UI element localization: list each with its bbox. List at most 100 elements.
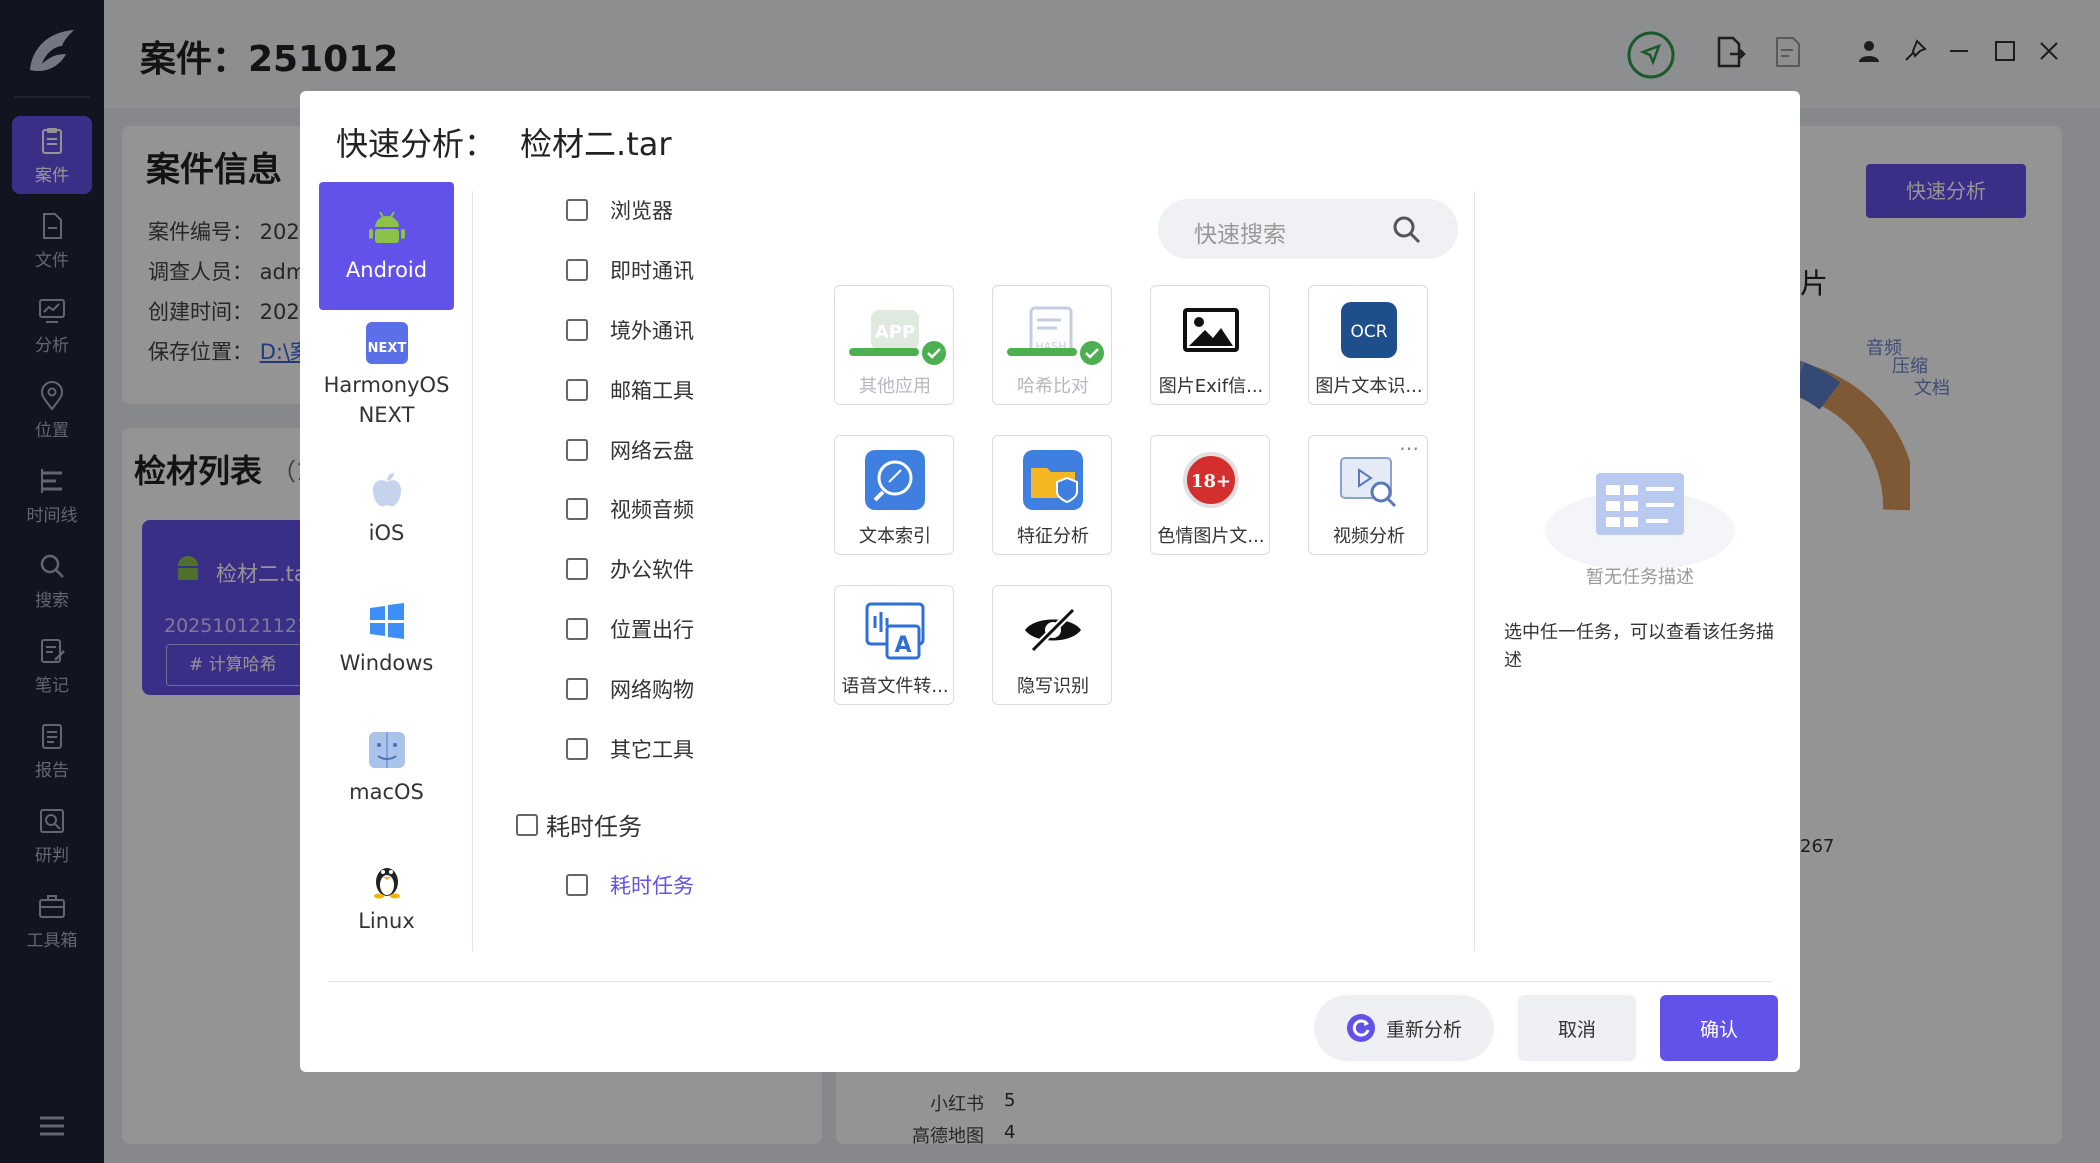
category-shopping[interactable]: 网络购物: [566, 674, 694, 704]
android-icon: [368, 211, 405, 243]
task-label: 图片文本识...: [1315, 376, 1423, 397]
task-label: 图片Exif信...: [1158, 376, 1264, 397]
task-speech-to-text[interactable]: A 语音文件转...: [834, 585, 954, 705]
os-label: Linux: [358, 909, 415, 933]
windows-icon: [369, 603, 404, 639]
os-label: macOS: [349, 780, 424, 804]
dialog-title: 快速分析： 检材二.tar: [336, 119, 672, 165]
done-progress-bar: [849, 348, 919, 356]
category-office[interactable]: 办公软件: [566, 554, 694, 584]
dialog-title-name: 检材二.tar: [520, 125, 672, 163]
category-mail[interactable]: 邮箱工具: [566, 375, 694, 405]
harmonyos-icon: NEXT: [365, 322, 408, 364]
category-travel[interactable]: 位置出行: [566, 614, 694, 644]
category-label: 其它工具: [610, 738, 694, 762]
more-icon[interactable]: ⋯: [1399, 436, 1419, 460]
category-browser[interactable]: 浏览器: [566, 195, 673, 225]
confirm-button[interactable]: 确认: [1660, 995, 1778, 1061]
task-label: 色情图片文...: [1157, 526, 1265, 547]
checkbox[interactable]: [566, 498, 588, 520]
task-label: 哈希比对: [1017, 376, 1089, 397]
group-long-tasks[interactable]: 耗时任务: [516, 807, 642, 842]
os-label: iOS: [368, 521, 405, 545]
checkbox[interactable]: [566, 874, 588, 896]
task-label: 语音文件转...: [841, 676, 949, 697]
task-feature-analysis[interactable]: 特征分析: [992, 435, 1112, 555]
task-label: 隐写识别: [1017, 676, 1089, 697]
task-video-analysis[interactable]: ⋯ 视频分析: [1308, 435, 1428, 555]
category-label: 耗时任务: [610, 874, 694, 898]
task-hash-compare[interactable]: HASH 哈希比对: [992, 285, 1112, 405]
svg-text:18+: 18+: [1191, 471, 1231, 492]
category-im[interactable]: 即时通讯: [566, 255, 694, 285]
checkbox[interactable]: [566, 199, 588, 221]
category-label: 视频音频: [610, 498, 694, 522]
desc-column-divider: [1474, 191, 1475, 951]
checkbox[interactable]: [566, 259, 588, 281]
ocr-icon: OCR: [1341, 302, 1397, 358]
os-linux[interactable]: Linux: [319, 833, 454, 961]
hidden-eye-icon: [1025, 607, 1081, 653]
reanalyze-label: 重新分析: [1385, 1018, 1462, 1041]
checkbox[interactable]: [516, 813, 538, 836]
quick-analysis-dialog: 快速分析： 检材二.tar Android NEXT HarmonyOS NEXT…: [300, 91, 1800, 1072]
os-harmonyos[interactable]: NEXT HarmonyOS NEXT: [319, 312, 454, 440]
os-windows[interactable]: Windows: [319, 575, 454, 703]
os-label: Android: [345, 258, 428, 282]
search-icon[interactable]: [1392, 215, 1422, 245]
task-adult-image[interactable]: 18+ 色情图片文...: [1150, 435, 1270, 555]
confirm-label: 确认: [1699, 1018, 1738, 1041]
os-ios[interactable]: iOS: [319, 445, 454, 573]
text-index-icon: [865, 450, 925, 510]
reanalyze-button[interactable]: 重新分析: [1314, 995, 1494, 1061]
category-label: 办公软件: [610, 558, 694, 582]
task-text-index[interactable]: 文本索引: [834, 435, 954, 555]
os-android[interactable]: Android: [319, 182, 454, 310]
category-label: 位置出行: [610, 618, 694, 642]
svg-text:A: A: [894, 633, 911, 658]
task-label: 文本索引: [859, 526, 931, 547]
task-image-exif[interactable]: 图片Exif信...: [1150, 285, 1270, 405]
category-overseas-im[interactable]: 境外通讯: [566, 315, 694, 345]
task-search[interactable]: 快速搜索: [1158, 199, 1458, 259]
task-label: 视频分析: [1333, 526, 1405, 547]
category-label: 浏览器: [610, 199, 673, 223]
checkbox[interactable]: [566, 618, 588, 640]
category-long-task[interactable]: 耗时任务: [566, 870, 694, 900]
finder-icon: [368, 732, 405, 768]
os-macos[interactable]: macOS: [319, 704, 454, 832]
cancel-button[interactable]: 取消: [1518, 995, 1636, 1061]
task-image-ocr[interactable]: OCR 图片文本识...: [1308, 285, 1428, 405]
checkbox[interactable]: [566, 439, 588, 461]
refresh-icon: [1346, 1014, 1375, 1042]
empty-state-text: 暂无任务描述: [1586, 567, 1694, 588]
group-label: 耗时任务: [546, 813, 642, 841]
checkbox[interactable]: [566, 678, 588, 700]
speech-to-text-icon: A: [865, 602, 925, 660]
category-label: 邮箱工具: [610, 379, 694, 403]
category-media[interactable]: 视频音频: [566, 494, 694, 524]
tux-icon: [373, 868, 400, 899]
done-check-icon: [922, 341, 946, 365]
task-other-apps[interactable]: APP 其他应用: [834, 285, 954, 405]
category-label: 即时通讯: [610, 259, 694, 283]
checkbox[interactable]: [566, 738, 588, 760]
checkbox[interactable]: [566, 379, 588, 401]
category-other[interactable]: 其它工具: [566, 734, 694, 764]
apple-icon: [372, 473, 401, 507]
checkbox[interactable]: [566, 319, 588, 341]
task-steganography[interactable]: 隐写识别: [992, 585, 1112, 705]
checkbox[interactable]: [566, 558, 588, 580]
category-label: 境外通讯: [610, 319, 694, 343]
image-icon: [1183, 308, 1239, 352]
os-label: HarmonyOS NEXT: [323, 373, 450, 427]
category-cloud[interactable]: 网络云盘: [566, 435, 694, 465]
category-label: 网络云盘: [610, 439, 694, 463]
task-label: 其他应用: [859, 376, 931, 397]
task-label: 特征分析: [1017, 526, 1089, 547]
os-column-divider: [472, 191, 473, 951]
done-check-icon: [1080, 341, 1104, 365]
adult-18-icon: 18+: [1183, 452, 1239, 508]
svg-text:OCR: OCR: [1350, 322, 1387, 342]
task-description-hint: 选中任一任务，可以查看该任务描述: [1504, 622, 1774, 671]
